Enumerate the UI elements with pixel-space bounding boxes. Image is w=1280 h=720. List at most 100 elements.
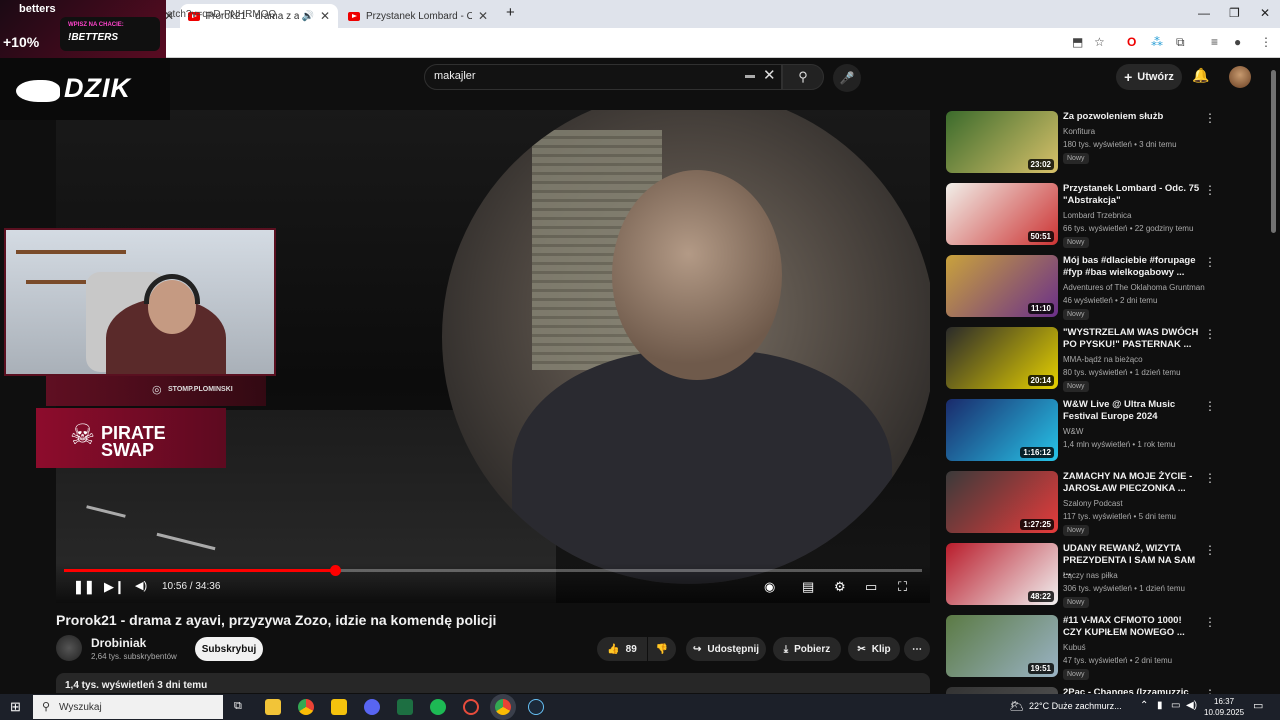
weather-label[interactable]: 22°C Duże zachmurz... [1029, 701, 1122, 711]
volume-tray-icon[interactable]: ◀) [1186, 700, 1197, 711]
recommendation-title[interactable]: ZAMACHY NA MOJE ŻYCIE - JAROSŁAW PIECZON… [1063, 471, 1203, 495]
recommendation-item[interactable]: 19:51 #11 V-MAX CFMOTO 1000! CZY KUPIŁEM … [946, 615, 1266, 683]
tab-inactive[interactable]: Przystanek Lombard - Odc. 75 ✕ [340, 4, 498, 28]
progress-scrubber[interactable] [330, 565, 341, 576]
recommendation-title[interactable]: #11 V-MAX CFMOTO 1000! CZY KUPIŁEM NOWEG… [1063, 615, 1203, 639]
steam-icon[interactable] [528, 699, 544, 715]
recommendation-thumbnail[interactable]: 1:27:25 [946, 471, 1058, 533]
minimize-button[interactable]: — [1198, 6, 1210, 20]
recommendation-channel[interactable]: Lombard Trzebnica [1063, 211, 1131, 220]
more-options-icon[interactable]: ⋮ [1204, 399, 1216, 413]
recommendation-thumbnail[interactable]: 19:51 [946, 615, 1058, 677]
recommendation-thumbnail[interactable]: 50:51 [946, 183, 1058, 245]
profile-icon[interactable]: ● [1234, 35, 1241, 49]
recommendation-thumbnail[interactable]: 48:22 [946, 543, 1058, 605]
settings-gear-icon[interactable]: ⚙ [834, 579, 846, 595]
new-tab-button[interactable]: + [506, 4, 515, 21]
dislike-button[interactable]: 👎 [648, 637, 676, 661]
voice-search-button[interactable]: 🎤 [833, 64, 861, 92]
recommendation-thumbnail[interactable] [946, 687, 1058, 694]
recommendation-channel[interactable]: W&W [1063, 427, 1083, 436]
account-avatar[interactable] [1229, 66, 1251, 88]
search-button[interactable]: ⚲ [782, 64, 824, 90]
clip-button[interactable]: ✂ Klip [848, 637, 900, 661]
recommendation-channel[interactable]: Adventures of The Oklahoma Gruntman [1063, 283, 1205, 292]
subscribe-button[interactable]: Subskrybuj [195, 637, 263, 661]
more-options-icon[interactable]: ⋮ [1204, 471, 1216, 485]
subtitles-icon[interactable]: ▤ [802, 579, 814, 595]
usb-icon[interactable]: ▮ [1157, 700, 1163, 711]
next-icon[interactable]: ▶❙ [104, 579, 125, 595]
install-app-icon[interactable]: ⬒ [1072, 35, 1083, 49]
recommendation-item[interactable]: 2Pac - Changes (Izzamuzzic ⋮ [946, 687, 1266, 694]
recommendation-title[interactable]: Przystanek Lombard - Odc. 75 "Abstrakcja… [1063, 183, 1203, 207]
recommendation-item[interactable]: 48:22 UDANY REWANŻ, WIZYTA PREZYDENTA I S… [946, 543, 1266, 611]
recommendation-thumbnail[interactable]: 11:10 [946, 255, 1058, 317]
channel-name[interactable]: Drobiniak [91, 636, 146, 650]
create-button[interactable]: + Utwórz [1116, 64, 1182, 90]
more-options-icon[interactable]: ⋮ [1204, 183, 1216, 197]
search-input[interactable] [424, 64, 782, 90]
more-options-icon[interactable]: ⋮ [1204, 327, 1216, 341]
chrome-icon[interactable] [298, 699, 314, 715]
autoplay-toggle-icon[interactable]: ◉ [764, 579, 775, 595]
file-explorer-icon[interactable] [265, 699, 281, 715]
taskbar-search[interactable]: ⚲ Wyszukaj [33, 695, 223, 719]
share-button[interactable]: ↪ Udostępnij [686, 637, 766, 661]
close-tab-icon[interactable]: ✕ [478, 9, 488, 23]
recommendation-title[interactable]: W&W Live @ Ultra Music Festival Europe 2… [1063, 399, 1203, 423]
media-controls-icon[interactable]: ≡ [1211, 35, 1218, 49]
pause-icon[interactable]: ❚❚ [73, 579, 95, 595]
recommendation-channel[interactable]: Łączy nas piłka [1063, 571, 1118, 580]
url-field[interactable]: atch?v=qpD-PNHRMQQ [167, 9, 276, 20]
bookmark-star-icon[interactable]: ☆ [1094, 35, 1105, 49]
recommendation-channel[interactable]: Konfitura [1063, 127, 1095, 136]
translate-extension-icon[interactable]: ⁂ [1151, 35, 1163, 49]
recommendation-thumbnail[interactable]: 23:02 [946, 111, 1058, 173]
more-options-icon[interactable]: ⋮ [1204, 543, 1216, 557]
more-options-icon[interactable]: ⋮ [1204, 615, 1216, 629]
recommendation-channel[interactable]: MMA-bądź na bieżąco [1063, 355, 1143, 364]
keyboard-icon[interactable]: ▬ [745, 70, 755, 81]
chrome-active-icon[interactable] [495, 699, 511, 715]
more-options-icon[interactable]: ⋮ [1204, 687, 1216, 694]
scrollbar-thumb[interactable] [1271, 70, 1276, 233]
speaker-icon[interactable]: 🔊 [301, 11, 313, 22]
recommendation-title[interactable]: Za pozwoleniem służb [1063, 111, 1203, 123]
volume-icon[interactable]: ◀) [135, 579, 147, 592]
recommendation-channel[interactable]: Szalony Podcast [1063, 499, 1123, 508]
recommendation-item[interactable]: 1:27:25 ZAMACHY NA MOJE ŻYCIE - JAROSŁAW … [946, 471, 1266, 539]
extensions-puzzle-icon[interactable]: ⧉ [1176, 35, 1185, 50]
download-button[interactable]: ⤓ Pobierz [773, 637, 841, 661]
restore-button[interactable]: ❐ [1229, 6, 1240, 20]
recommendation-title[interactable]: Mój bas #dlaciebie #forupage #fyp #bas w… [1063, 255, 1203, 279]
close-window-button[interactable]: ✕ [1260, 6, 1270, 20]
recommendation-item[interactable]: 50:51 Przystanek Lombard - Odc. 75 "Abstr… [946, 183, 1266, 251]
recommendation-channel[interactable]: Kubuś [1063, 643, 1086, 652]
spotify-icon[interactable] [430, 699, 446, 715]
windows-start-icon[interactable]: ⊞ [10, 699, 21, 715]
theater-mode-icon[interactable]: ▭ [865, 579, 877, 595]
notifications-icon[interactable]: ▭ [1253, 699, 1263, 712]
more-options-icon[interactable]: ⋮ [1204, 111, 1216, 125]
winamp-icon[interactable] [331, 699, 347, 715]
channel-avatar[interactable] [56, 635, 82, 661]
recommendation-thumbnail[interactable]: 1:16:12 [946, 399, 1058, 461]
excel-icon[interactable] [397, 699, 413, 715]
more-options-icon[interactable]: ⋮ [1204, 255, 1216, 269]
more-actions-button[interactable]: ⋯ [904, 637, 930, 661]
recommendation-item[interactable]: 11:10 Mój bas #dlaciebie #forupage #fyp #… [946, 255, 1266, 323]
tray-chevron-icon[interactable]: ⌃ [1140, 700, 1148, 711]
close-tab-icon[interactable]: ✕ [320, 9, 330, 23]
recommendation-item[interactable]: 1:16:12 W&W Live @ Ultra Music Festival E… [946, 399, 1266, 467]
notifications-bell-icon[interactable]: 🔔 [1192, 67, 1209, 84]
recommendation-thumbnail[interactable]: 20:14 [946, 327, 1058, 389]
network-icon[interactable]: ▭ [1171, 700, 1180, 711]
recommendation-title[interactable]: "WYSTRZELAM WAS DWÓCH PO PYSKU!" PASTERN… [1063, 327, 1203, 351]
like-button[interactable]: 👍 89 [597, 637, 647, 661]
recommendation-item[interactable]: 20:14 "WYSTRZELAM WAS DWÓCH PO PYSKU!" PA… [946, 327, 1266, 395]
taskbar-clock[interactable]: 16:37 10.09.2025 [1204, 696, 1244, 718]
fullscreen-icon[interactable]: ⛶ [898, 579, 907, 595]
discord-icon[interactable] [364, 699, 380, 715]
recommendation-title[interactable]: 2Pac - Changes (Izzamuzzic [1063, 687, 1203, 694]
